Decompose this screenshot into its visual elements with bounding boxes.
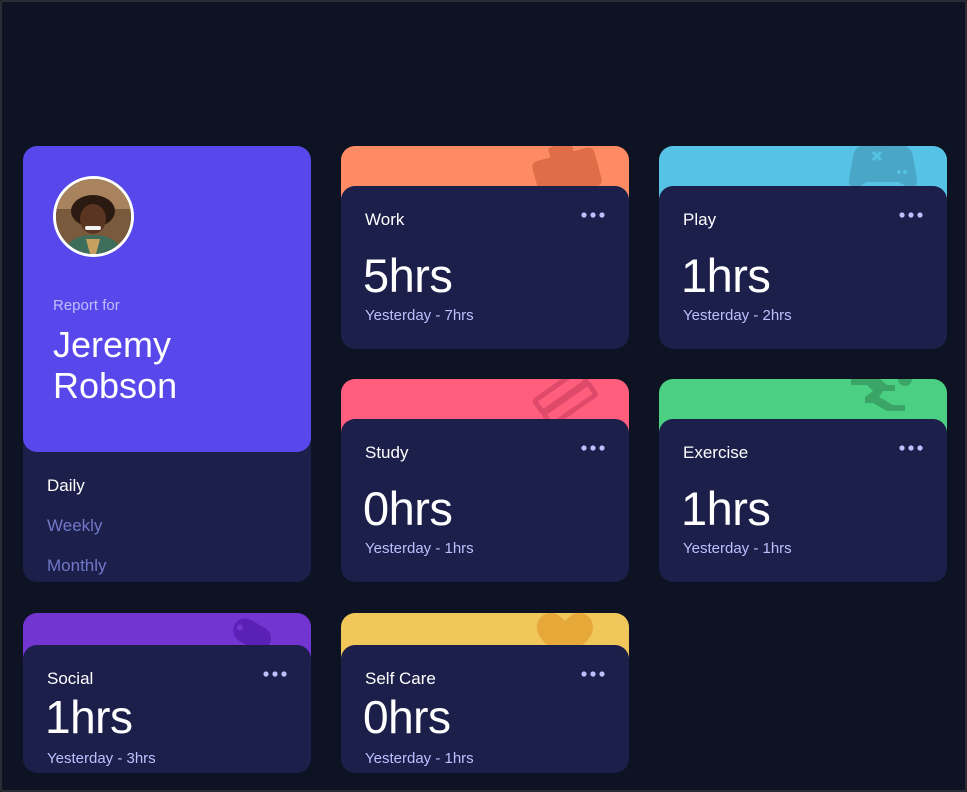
study-body[interactable]: Study 0hrs Yesterday - 1hrs [341, 419, 629, 582]
activity-card-social: Social 1hrs Yesterday - 3hrs [23, 613, 311, 773]
activity-hours: 0hrs [363, 482, 453, 535]
ellipsis-icon[interactable] [581, 671, 605, 677]
activity-hours: 0hrs [363, 691, 451, 743]
activity-previous: Yesterday - 3hrs [47, 750, 156, 767]
profile-card: Report for Jeremy Robson Daily Weekly Mo… [23, 146, 311, 582]
activity-card-exercise: Exercise 1hrs Yesterday - 1hrs [659, 379, 947, 582]
activity-previous: Yesterday - 7hrs [365, 307, 474, 324]
period-monthly[interactable]: Monthly [47, 556, 107, 576]
ellipsis-icon[interactable] [581, 445, 605, 451]
activity-title: Play [683, 210, 717, 229]
activity-card-self-care: Self Care 0hrs Yesterday - 1hrs [341, 613, 629, 773]
play-body[interactable]: Play 1hrs Yesterday - 2hrs [659, 186, 947, 349]
activity-hours: 1hrs [45, 691, 133, 743]
activity-title: Study [365, 443, 409, 462]
activity-title: Social [47, 669, 94, 688]
activity-previous: Yesterday - 1hrs [365, 750, 474, 767]
self-care-body[interactable]: Self Care 0hrs Yesterday - 1hrs [341, 645, 629, 773]
ellipsis-icon[interactable] [581, 212, 605, 218]
activity-card-study: Study 0hrs Yesterday - 1hrs [341, 379, 629, 582]
activity-previous: Yesterday - 2hrs [683, 307, 792, 324]
ellipsis-icon[interactable] [899, 445, 923, 451]
activity-card-work: Work 5hrs Yesterday - 7hrs [341, 146, 629, 349]
ellipsis-icon[interactable] [899, 212, 923, 218]
ellipsis-icon[interactable] [263, 671, 287, 677]
exercise-body[interactable]: Exercise 1hrs Yesterday - 1hrs [659, 419, 947, 582]
period-daily[interactable]: Daily [47, 476, 85, 496]
work-body[interactable]: Work 5hrs Yesterday - 7hrs [341, 186, 629, 349]
activity-title: Exercise [683, 443, 749, 462]
activity-previous: Yesterday - 1hrs [365, 540, 474, 557]
activity-title: Self Care [365, 669, 436, 688]
period-weekly[interactable]: Weekly [47, 516, 102, 536]
activity-previous: Yesterday - 1hrs [683, 540, 792, 557]
avatar [53, 176, 134, 257]
user-name: Jeremy Robson [53, 324, 178, 406]
activity-card-play: Play 1hrs Yesterday - 2hrs [659, 146, 947, 349]
activity-hours: 1hrs [681, 249, 771, 302]
report-for-label: Report for [53, 297, 120, 314]
profile-header: Report for Jeremy Robson [23, 146, 311, 452]
activity-hours: 5hrs [363, 249, 453, 302]
social-body[interactable]: Social 1hrs Yesterday - 3hrs [23, 645, 311, 773]
activity-title: Work [365, 210, 405, 229]
activity-hours: 1hrs [681, 482, 771, 535]
